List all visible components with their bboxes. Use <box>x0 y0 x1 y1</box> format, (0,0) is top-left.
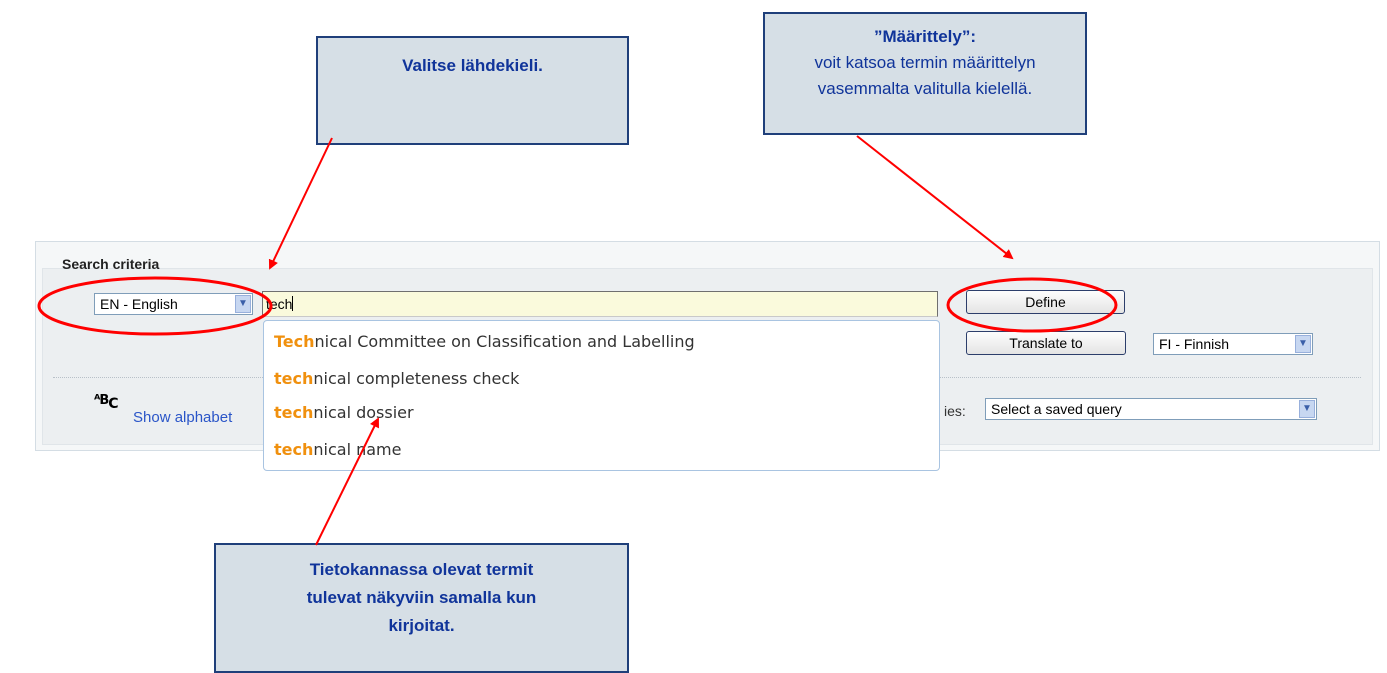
show-alphabetical-link[interactable]: Show alphabet <box>133 409 232 426</box>
source-language-select[interactable]: EN - English ▼ <box>94 293 253 315</box>
annotation-arrow-define <box>856 135 1014 260</box>
chevron-down-icon[interactable]: ▼ <box>1295 335 1311 353</box>
suggestion-match: Tech <box>274 332 315 351</box>
term-search-value: tech <box>266 296 293 312</box>
suggestion-item[interactable]: technical name <box>274 438 401 462</box>
suggestion-rest: nical dossier <box>313 403 414 422</box>
callout-terms-line2: tulevat näkyviin samalla kun <box>306 588 537 607</box>
saved-query-value: Select a saved query <box>991 401 1122 417</box>
target-language-value: FI - Finnish <box>1159 336 1230 352</box>
callout-terms-line3: kirjoitat. <box>388 616 455 635</box>
chevron-down-icon[interactable]: ▼ <box>1299 400 1315 418</box>
callout-define-title: ”Määrittely”: <box>873 27 977 46</box>
translate-to-button[interactable]: Translate to <box>966 331 1126 355</box>
saved-query-select[interactable]: Select a saved query ▼ <box>985 398 1317 420</box>
term-search-input[interactable]: tech <box>262 291 938 317</box>
callout-define-line1: voit katsoa termin määrittelyn <box>814 53 1036 72</box>
define-button[interactable]: Define <box>966 290 1125 314</box>
autocomplete-list: Technical Committee on Classification an… <box>263 320 940 471</box>
text-caret <box>292 296 294 311</box>
suggestion-item[interactable]: technical completeness check <box>274 367 519 391</box>
callout-terms-line1: Tietokannassa olevat termit <box>309 560 534 579</box>
suggestion-rest: nical name <box>313 440 402 459</box>
suggestion-match: tech <box>274 403 314 422</box>
source-language-value: EN - English <box>100 296 178 312</box>
callout-autocomplete: Tietokannassa olevat termit tulevat näky… <box>214 543 629 673</box>
suggestion-match: tech <box>274 440 314 459</box>
suggestion-rest: nical Committee on Classification and La… <box>314 332 695 351</box>
target-language-select[interactable]: FI - Finnish ▼ <box>1153 333 1313 355</box>
suggestion-match: tech <box>274 369 314 388</box>
callout-define: ”Määrittely”: voit katsoa termin määritt… <box>763 12 1087 135</box>
saved-queries-label: ies: <box>944 403 966 419</box>
callout-define-line2: vasemmalta valitulla kielellä. <box>817 79 1033 98</box>
suggestion-rest: nical completeness check <box>313 369 520 388</box>
chevron-down-icon[interactable]: ▼ <box>235 295 251 313</box>
search-criteria-title: Search criteria <box>62 256 160 272</box>
callout-source-language: Valitse lähdekieli. <box>316 36 629 145</box>
suggestion-item[interactable]: Technical Committee on Classification an… <box>274 330 695 354</box>
callout-source-language-text: Valitse lähdekieli. <box>402 56 543 75</box>
alphabetical-list-icon: ᴬBC <box>94 393 119 412</box>
suggestion-item[interactable]: technical dossier <box>274 401 414 425</box>
